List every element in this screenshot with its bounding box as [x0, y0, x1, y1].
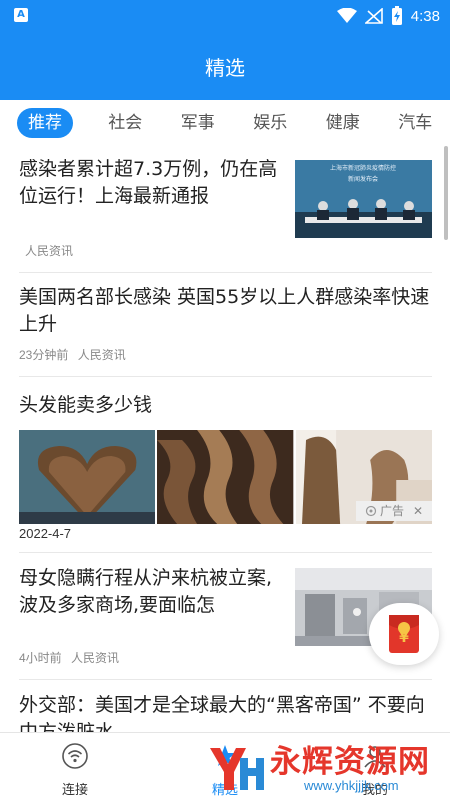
- ad-image: [157, 430, 294, 524]
- news-source: 人民资讯: [25, 244, 74, 258]
- page-title: 精选: [205, 56, 245, 80]
- nav-connect-label: 连接: [61, 783, 88, 798]
- battery-charging-icon: [391, 6, 402, 25]
- news-item[interactable]: 外交部：美国才是全球最大的“黑客帝国” 不要向中方泼脏水: [19, 680, 432, 732]
- watermark-emblem-icon: [210, 748, 264, 790]
- status-bar: A 4:38: [0, 0, 450, 32]
- watermark-sub: www.yhkjjjk.com: [304, 778, 399, 793]
- news-title: 感染者累计超7.3万例，仍在高位运行！上海最新通报: [19, 158, 278, 207]
- ad-item[interactable]: 头发能卖多少钱 2022-4-7 广告 ✕: [19, 377, 432, 553]
- thumb-caption-2: 新闻发布会: [348, 175, 378, 183]
- news-title: 外交部：美国才是全球最大的“黑客帝国” 不要向中方泼脏水: [19, 694, 425, 732]
- ad-image: [19, 430, 156, 524]
- tab-society[interactable]: 社会: [89, 108, 162, 138]
- news-thumbnail-image: 上海市新冠肺炎疫情防控 新闻发布会: [295, 160, 432, 238]
- red-packet-button[interactable]: ¥: [369, 603, 439, 665]
- category-tabs: 推荐 社会 军事 娱乐 健康 汽车: [0, 100, 450, 146]
- news-meta: 人民资讯: [25, 242, 73, 259]
- news-meta: 23分钟前 人民资讯: [19, 346, 126, 363]
- tab-military[interactable]: 军事: [162, 108, 235, 138]
- nav-connect[interactable]: 连接: [35, 743, 115, 798]
- news-time: 4小时前: [19, 651, 62, 665]
- news-meta: 4小时前 人民资讯: [19, 649, 119, 666]
- app-header: 精选: [0, 32, 450, 100]
- news-item[interactable]: 感染者累计超7.3万例，仍在高位运行！上海最新通报 人民资讯 上海市新冠肺炎疫情…: [19, 146, 432, 273]
- ad-target-icon: [365, 505, 377, 517]
- status-time: 4:38: [410, 7, 440, 25]
- news-source: 人民资讯: [77, 348, 126, 362]
- watermark-text: 永辉资源网 www.yhkjjjk.com: [270, 745, 430, 793]
- tab-health[interactable]: 健康: [307, 108, 380, 138]
- red-packet-icon: ¥: [389, 615, 419, 653]
- news-time: 23分钟前: [19, 348, 69, 362]
- watermark-logo: 永辉资源网 www.yhkjjjk.com: [206, 742, 436, 796]
- ad-date: 2022-4-7: [19, 526, 72, 541]
- wifi-icon: [62, 743, 88, 769]
- currency-symbol: ¥: [399, 630, 409, 646]
- tab-entertainment[interactable]: 娱乐: [234, 108, 307, 138]
- tab-recommended[interactable]: 推荐: [17, 108, 73, 138]
- news-title: 美国两名部长感染 英国55岁以上人群感染率快速上升: [19, 286, 430, 335]
- news-item[interactable]: 母女隐瞒行程从沪来杭被立案,波及多家商场,要面临怎 4小时前 人民资讯: [19, 553, 432, 680]
- status-indicators: 4:38: [336, 6, 440, 26]
- feed-scrollbar[interactable]: [444, 146, 448, 240]
- news-source: 人民资讯: [71, 651, 120, 665]
- news-item[interactable]: 美国两名部长感染 英国55岁以上人群感染率快速上升 23分钟前 人民资讯: [19, 273, 432, 377]
- wifi-signal-icon: [336, 8, 357, 23]
- tab-auto[interactable]: 汽车: [379, 108, 450, 138]
- cellular-signal-icon: [364, 8, 383, 24]
- app-notification-icon: A: [14, 8, 28, 22]
- ad-label: 广告: [379, 504, 404, 518]
- watermark-main: 永辉资源网: [270, 744, 430, 780]
- close-icon[interactable]: ✕: [413, 501, 423, 521]
- thumb-caption-1: 上海市新冠肺炎疫情防控: [330, 164, 396, 172]
- ad-title: 头发能卖多少钱: [19, 394, 153, 416]
- ad-badge[interactable]: 广告 ✕: [356, 501, 432, 521]
- news-title: 母女隐瞒行程从沪来杭被立案,波及多家商场,要面临怎: [19, 567, 273, 616]
